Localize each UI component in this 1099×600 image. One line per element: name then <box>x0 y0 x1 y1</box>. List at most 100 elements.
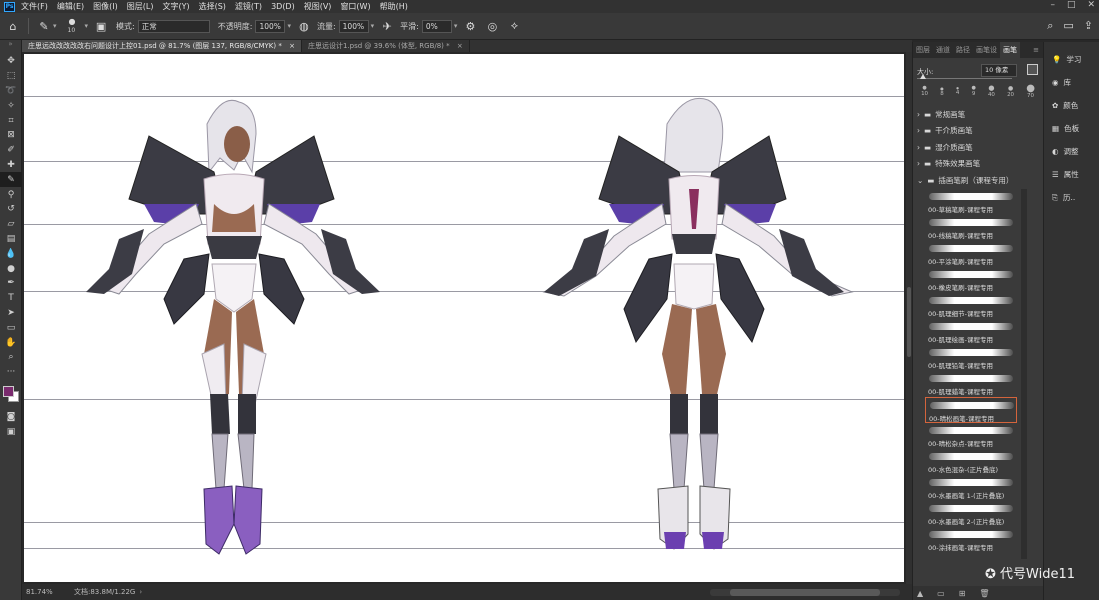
dock-history[interactable]: ⎘ 历.. <box>1044 186 1099 209</box>
dodge-tool-icon[interactable]: ● <box>0 261 22 276</box>
marquee-tool-icon[interactable]: ⬚ <box>0 69 22 84</box>
menu-window[interactable]: 窗口(W) <box>340 1 370 12</box>
tab-document-1[interactable]: 庄思远改改改改改右问题设计上控01.psd @ 81.7% (图层 137, R… <box>22 40 302 52</box>
rectangle-tool-icon[interactable]: ▭ <box>0 320 22 335</box>
preset-brush[interactable]: ● 8 <box>940 86 944 97</box>
foreground-color-swatch[interactable] <box>3 385 14 397</box>
brush-folder-general[interactable]: › ▬ 常规画笔 <box>913 106 1043 123</box>
close-icon[interactable]: × <box>289 42 295 50</box>
close-icon[interactable]: × <box>457 42 463 50</box>
chevron-down-icon[interactable]: ▾ <box>454 22 458 30</box>
size-input[interactable]: 10 像素 <box>981 64 1017 77</box>
new-brush-icon[interactable] <box>1027 64 1038 75</box>
tab-document-2[interactable]: 庄思远设计1.psd @ 39.6% (体型, RGB/8) * × <box>302 40 470 52</box>
trash-icon[interactable]: 🗑 <box>979 589 989 598</box>
clone-stamp-tool-icon[interactable]: ⚲ <box>0 187 22 202</box>
menu-image[interactable]: 图像(I) <box>93 1 118 12</box>
menu-view[interactable]: 视图(V) <box>304 1 332 12</box>
search-icon[interactable]: ⌕ <box>1047 19 1053 33</box>
brush-folder-dry-media[interactable]: › ▬ 干介质画笔 <box>913 123 1043 140</box>
chevron-right-icon[interactable]: › <box>139 588 142 596</box>
share-icon[interactable]: ⇪ <box>1084 19 1093 33</box>
horizontal-scrollbar[interactable] <box>710 588 900 596</box>
brush-item[interactable]: 00-肌理绘画-课程专用 <box>925 319 1017 345</box>
healing-brush-tool-icon[interactable]: ✚ <box>0 158 22 173</box>
tab-paths[interactable]: 路径 <box>953 45 973 55</box>
brush-folder-wet-media[interactable]: › ▬ 湿介质画笔 <box>913 139 1043 156</box>
brush-item[interactable]: 00-水墨画笔 2-(正片叠底) <box>925 501 1017 527</box>
size-slider[interactable] <box>917 78 1012 79</box>
menu-type[interactable]: 文字(Y) <box>162 1 189 12</box>
history-brush-tool-icon[interactable]: ↺ <box>0 202 22 217</box>
chevron-down-icon[interactable]: ▾ <box>287 22 291 30</box>
dock-color[interactable]: ✿ 颜色 <box>1044 94 1099 117</box>
gradient-tool-icon[interactable]: ▤ <box>0 232 22 247</box>
brush-item[interactable]: 00-涂抹画笔-课程专用 <box>925 527 1017 553</box>
brush-folder-illustration[interactable]: ⌄ ▬ 插画笔刷（课程专用） <box>913 172 1043 189</box>
collapse-icon[interactable]: » <box>0 40 21 54</box>
mode-select[interactable]: 正常 <box>137 19 210 33</box>
canvas-area[interactable] <box>22 52 912 587</box>
chevron-down-icon[interactable]: ▾ <box>85 22 89 30</box>
brush-folder-special-effects[interactable]: › ▬ 特殊效果画笔 <box>913 156 1043 173</box>
move-tool-icon[interactable]: ✥ <box>0 54 22 69</box>
maximize-icon[interactable]: □ <box>1067 0 1076 10</box>
menu-help[interactable]: 帮助(H) <box>380 1 408 12</box>
preset-brush[interactable]: ● 70 <box>1026 83 1035 99</box>
brush-item[interactable]: 00-平涂笔刷-课程专用 <box>925 241 1017 267</box>
brush-settings-panel-icon[interactable]: ▣ <box>92 17 110 35</box>
workspace-icon[interactable]: ▭ <box>1063 19 1073 33</box>
eyedropper-tool-icon[interactable]: ✐ <box>0 143 22 158</box>
chevron-down-icon[interactable]: ▾ <box>371 22 375 30</box>
brush-item[interactable]: 00-橡皮笔刷-课程专用 <box>925 267 1017 293</box>
frame-tool-icon[interactable]: ⊠ <box>0 128 22 143</box>
color-swatches[interactable] <box>0 380 21 410</box>
panel-menu-icon[interactable]: ≡ <box>1033 46 1043 54</box>
slider-icon[interactable]: ▲ <box>917 589 923 598</box>
pen-tool-icon[interactable]: ✒ <box>0 276 22 291</box>
close-icon[interactable]: ✕ <box>1087 0 1095 10</box>
menu-file[interactable]: 文件(F) <box>21 1 48 12</box>
dock-adjustments[interactable]: ◐ 调整 <box>1044 140 1099 163</box>
menu-edit[interactable]: 编辑(E) <box>57 1 84 12</box>
flow-input[interactable]: 100% <box>338 19 369 33</box>
opacity-input[interactable]: 100% <box>255 19 286 33</box>
preset-brush[interactable]: ● 4 <box>956 86 960 96</box>
tab-channels[interactable]: 通道 <box>933 45 953 55</box>
brush-item[interactable]: 00-肌理铅笔-课程专用 <box>925 345 1017 371</box>
menu-3d[interactable]: 3D(D) <box>271 2 295 11</box>
zoom-level[interactable]: 81.74% <box>26 588 68 596</box>
pressure-size-icon[interactable]: ◎ <box>483 17 501 35</box>
eraser-tool-icon[interactable]: ▱ <box>0 217 22 232</box>
brush-item[interactable]: 00-水墨画笔 1-(正片叠底) <box>925 475 1017 501</box>
brush-preset-picker[interactable]: ● 10 <box>63 16 85 36</box>
zoom-tool-icon[interactable]: ⌕ <box>0 350 22 365</box>
gear-icon[interactable]: ⚙ <box>461 17 479 35</box>
dock-swatches[interactable]: ▦ 色板 <box>1044 117 1099 140</box>
brush-item[interactable]: 00-肌理蜡笔-课程专用 <box>925 371 1017 397</box>
symmetry-icon[interactable]: ⟡ <box>505 17 523 35</box>
scrollbar-thumb[interactable] <box>907 287 911 357</box>
document-canvas[interactable] <box>24 54 904 582</box>
preset-brush[interactable]: ● 10 <box>921 85 928 97</box>
brush-item[interactable]: 00-线稿笔刷-课程专用 <box>925 215 1017 241</box>
brush-item[interactable]: 00-水色混杂-(正片叠底) <box>925 449 1017 475</box>
dock-learn[interactable]: 💡 学习 <box>1044 48 1099 71</box>
menu-layer[interactable]: 图层(L) <box>127 1 154 12</box>
brush-item[interactable]: 00-晴松杂点-课程专用 <box>925 423 1017 449</box>
more-tools-icon[interactable]: ··· <box>0 365 22 380</box>
dock-libraries[interactable]: ◉ 库 <box>1044 71 1099 94</box>
tab-brushes[interactable]: 画笔 <box>1000 42 1020 58</box>
new-brush-icon[interactable]: ⊞ <box>959 589 966 598</box>
brush-item[interactable]: 00-草稿笔刷-课程专用 <box>925 189 1017 215</box>
screen-mode-icon[interactable]: ▣ <box>0 424 22 439</box>
brush-tool-icon[interactable]: ✎ <box>35 17 53 35</box>
minimize-icon[interactable]: – <box>1050 0 1055 10</box>
quick-mask-icon[interactable]: ◙ <box>0 410 22 425</box>
photoshop-logo-icon[interactable]: Ps <box>4 1 15 12</box>
dock-properties[interactable]: ☰ 属性 <box>1044 163 1099 186</box>
lasso-tool-icon[interactable]: ➰ <box>0 84 22 99</box>
airbrush-icon[interactable]: ✈ <box>378 17 396 35</box>
tab-brush-settings[interactable]: 画笔设 <box>973 45 1000 55</box>
pressure-opacity-icon[interactable]: ◍ <box>295 17 313 35</box>
